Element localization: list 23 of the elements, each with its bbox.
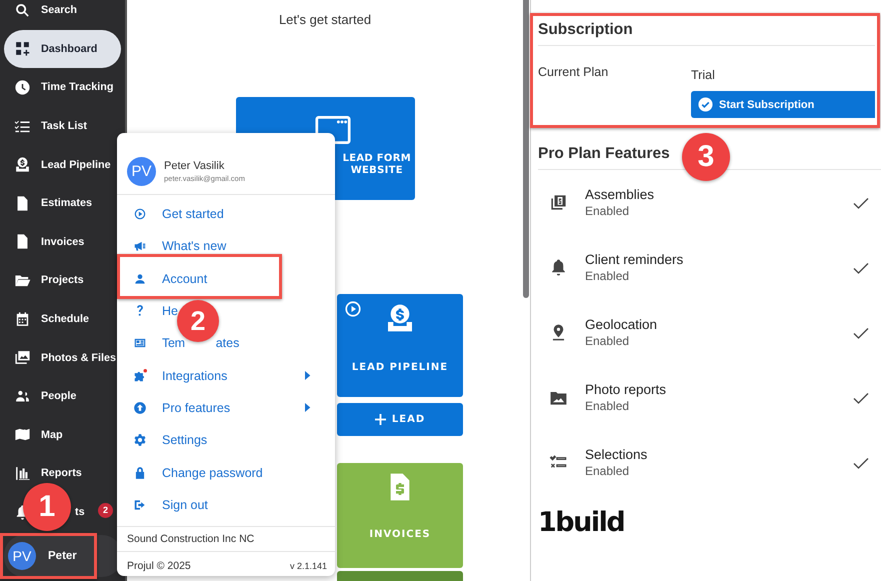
- section-title: Subscription: [538, 21, 875, 46]
- page-heading: Let's get started: [278, 12, 372, 27]
- feature-status: Enabled: [585, 399, 630, 413]
- logo: 1build: [538, 507, 626, 538]
- feature-name: Selections: [585, 447, 648, 462]
- avatar: PV: [8, 542, 36, 570]
- feature-status: Enabled: [585, 464, 630, 478]
- feature-name: Geolocation: [585, 317, 658, 332]
- company-name: Sound Construction Inc NC: [117, 526, 335, 552]
- plan-value: Trial: [691, 68, 716, 82]
- avatar: PV: [127, 157, 156, 186]
- step-number-badge: 3: [682, 133, 730, 181]
- feature-name: Photo reports: [585, 382, 668, 397]
- feature-status: Enabled: [585, 204, 630, 218]
- plan-label: Current Plan: [538, 65, 610, 81]
- version-text: v 2.1.141: [290, 560, 327, 571]
- feature-name: Client reminders: [585, 252, 684, 267]
- user-name: Peter Vasilik: [164, 160, 226, 172]
- count-badge: 2: [98, 502, 113, 518]
- feature-name: Assemblies: [585, 187, 656, 202]
- feature-status: Enabled: [585, 334, 630, 348]
- copyright-text: Projul © 2025: [127, 560, 191, 572]
- feature-status: Enabled: [585, 269, 630, 283]
